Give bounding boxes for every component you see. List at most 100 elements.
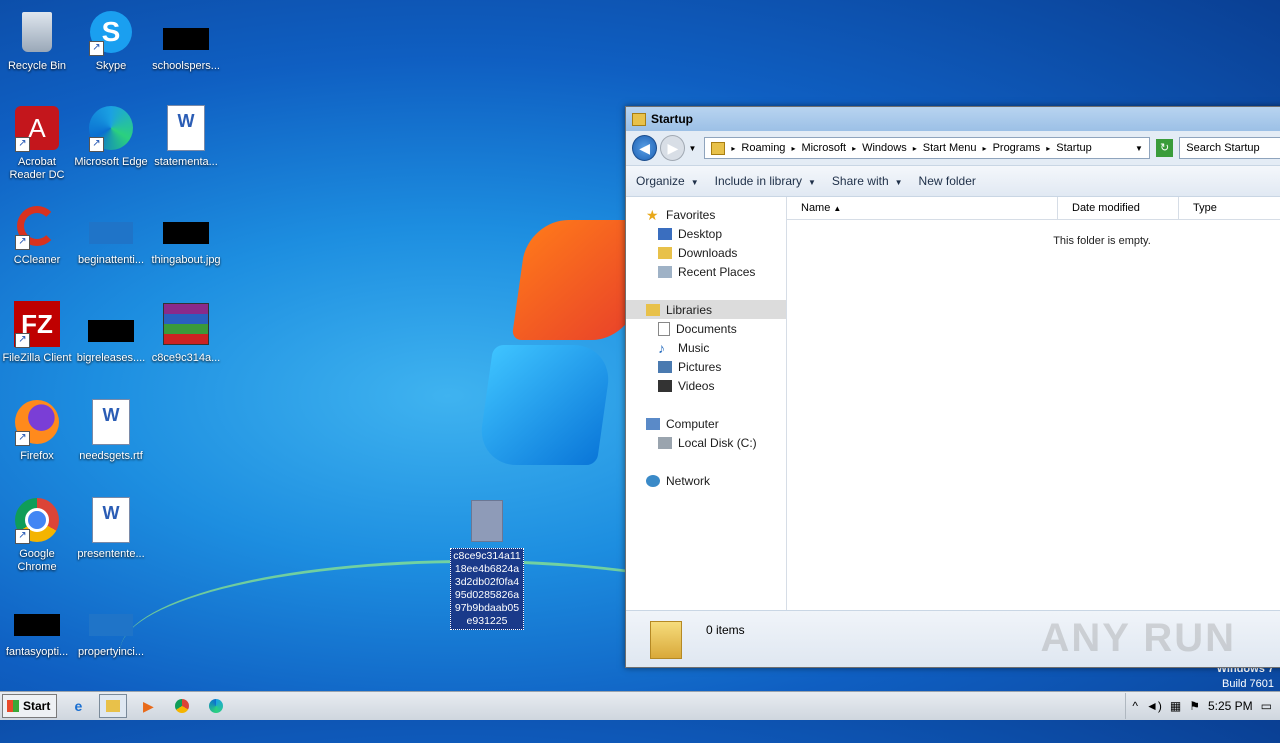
start-button[interactable]: Start	[2, 694, 58, 718]
nav-computer[interactable]: Computer	[626, 414, 786, 433]
pictures-icon	[658, 360, 672, 373]
back-button[interactable]: ◀	[632, 135, 658, 161]
desktop-icon-fantasyopti[interactable]: fantasyopti...	[0, 594, 74, 659]
videos-icon	[658, 379, 672, 392]
chevron-right-icon[interactable]: ▸	[1046, 144, 1050, 153]
include-in-library-button[interactable]: Include in library ▼	[715, 174, 816, 188]
nav-libraries[interactable]: Libraries	[626, 300, 786, 319]
chevron-right-icon[interactable]: ▸	[852, 144, 856, 153]
desktop-icon-firefox[interactable]: ↗ Firefox	[0, 398, 74, 463]
taskbar-internet-explorer[interactable]: e	[65, 695, 91, 717]
breadcrumb-start-menu[interactable]: Start Menu	[923, 142, 977, 154]
breadcrumb-startup[interactable]: Startup	[1056, 142, 1091, 154]
column-type[interactable]: Type	[1179, 197, 1280, 219]
desktop-icon-beginattenti[interactable]: beginattenti...	[74, 202, 148, 267]
nav-documents[interactable]: Documents	[626, 319, 786, 338]
nav-favorites[interactable]: ★ Favorites	[626, 205, 786, 224]
clock[interactable]: 5:25 PM	[1208, 699, 1253, 713]
breadcrumb-windows[interactable]: Windows	[862, 142, 907, 154]
desktop-icon-bigreleases[interactable]: bigreleases....	[74, 300, 148, 365]
desktop-icon-acrobat[interactable]: A ↗ Acrobat Reader DC	[0, 104, 74, 182]
desktop-icon-thingabout[interactable]: thingabout.jpg	[149, 202, 223, 267]
redacted-thumbnail	[162, 202, 210, 250]
address-dropdown-icon[interactable]: ▼	[1135, 144, 1143, 153]
libraries-icon	[646, 303, 660, 316]
redacted-thumbnail	[13, 594, 61, 642]
desktop-icon-recycle-bin[interactable]: Recycle Bin	[0, 8, 74, 73]
winrar-icon	[162, 300, 210, 348]
nav-local-disk[interactable]: Local Disk (C:)	[626, 433, 786, 452]
anyrun-watermark: ANY RUN	[1040, 616, 1236, 660]
organize-button[interactable]: Organize ▼	[636, 174, 699, 188]
desktop-icon-chrome[interactable]: ↗ Google Chrome	[0, 496, 74, 574]
breadcrumb-microsoft[interactable]: Microsoft	[801, 142, 846, 154]
nav-music[interactable]: ♪ Music	[626, 338, 786, 357]
word-doc-icon: W	[87, 496, 135, 544]
nav-pictures[interactable]: Pictures	[626, 357, 786, 376]
nav-network[interactable]: Network	[626, 471, 786, 490]
file-list[interactable]: Name ▲ Date modified Type This folder is…	[787, 197, 1280, 611]
taskbar-edge[interactable]	[203, 695, 229, 717]
redacted-thumbnail	[162, 8, 210, 56]
desktop-icon-c8ce9c314a[interactable]: c8ce9c314a...	[149, 300, 223, 365]
chevron-right-icon[interactable]: ▸	[731, 144, 735, 153]
dropdown-arrow-icon: ▼	[808, 178, 816, 187]
nav-local-disk-label: Local Disk (C:)	[678, 435, 757, 450]
nav-recent-places[interactable]: Recent Places	[626, 262, 786, 281]
desktop-icon-skype[interactable]: S ↗ Skype	[74, 8, 148, 73]
share-with-button[interactable]: Share with ▼	[832, 174, 903, 188]
nav-desktop[interactable]: Desktop	[626, 224, 786, 243]
recycle-bin-icon	[13, 8, 61, 56]
forward-button[interactable]: ▶	[660, 135, 686, 161]
chrome-icon: ↗	[13, 496, 61, 544]
recent-pages-chevron-icon[interactable]: ▼	[688, 144, 696, 153]
selected-file-label: c8ce9c314a1118ee4b6824a3d2db02f0fa495d02…	[450, 548, 524, 630]
desktop-icon-statementa[interactable]: W statementa...	[149, 104, 223, 169]
nav-videos[interactable]: Videos	[626, 376, 786, 395]
media-player-icon: ▶	[142, 697, 154, 714]
blue-file-icon	[87, 594, 135, 642]
window-title: Startup	[651, 112, 693, 126]
chevron-right-icon[interactable]: ▸	[913, 144, 917, 153]
desktop-icon-presentente[interactable]: W presentente...	[74, 496, 148, 561]
column-name[interactable]: Name ▲	[787, 197, 1058, 219]
desktop-icon-propertyinci[interactable]: propertyinci...	[74, 594, 148, 659]
show-hidden-icons-chevron-icon[interactable]: ^	[1132, 699, 1138, 713]
chevron-right-icon[interactable]: ▸	[983, 144, 987, 153]
new-folder-button[interactable]: New folder	[919, 174, 976, 188]
taskbar-explorer[interactable]	[99, 694, 128, 718]
desktop-icon-filezilla[interactable]: FZ ↗ FileZilla Client	[0, 300, 74, 365]
taskbar-media-player[interactable]: ▶	[135, 695, 161, 717]
address-bar[interactable]: ▸ Roaming ▸ Microsoft ▸ Windows ▸ Start Men…	[704, 137, 1150, 159]
details-pane: 0 items ANY RUN	[626, 610, 1280, 667]
window-titlebar[interactable]: Startup	[626, 107, 1280, 131]
desktop-selected-file[interactable]: c8ce9c314a1118ee4b6824a3d2db02f0fa495d02…	[450, 500, 524, 630]
network-status-icon[interactable]: ▦	[1170, 699, 1181, 713]
nav-favorites-label: Favorites	[666, 207, 716, 222]
breadcrumb-programs[interactable]: Programs	[993, 142, 1041, 154]
share-with-label: Share with	[831, 174, 889, 188]
folder-icon	[711, 141, 726, 155]
desktop-icon-needsgets[interactable]: W needsgets.rtf	[74, 398, 148, 463]
acrobat-icon: A ↗	[13, 104, 61, 152]
filezilla-icon: FZ ↗	[13, 300, 61, 348]
column-date-modified[interactable]: Date modified	[1058, 197, 1179, 219]
chevron-right-icon[interactable]: ▸	[791, 144, 795, 153]
taskbar-chrome[interactable]	[169, 695, 195, 717]
desktop-icon-ccleaner[interactable]: ↗ CCleaner	[0, 202, 74, 267]
nav-downloads[interactable]: Downloads	[626, 243, 786, 262]
desktop-icon-schoolspers[interactable]: schoolspers...	[149, 8, 223, 73]
explorer-window[interactable]: Startup ◀ ▶ ▼ ▸ Roaming ▸ Microsoft ▸ Wind…	[625, 106, 1280, 668]
action-center-flag-icon[interactable]: ⚑	[1189, 699, 1200, 713]
firefox-icon: ↗	[13, 398, 61, 446]
breadcrumb-roaming[interactable]: Roaming	[741, 142, 785, 154]
show-desktop-icon[interactable]: ▭	[1261, 699, 1272, 713]
column-name-label: Name	[801, 202, 831, 214]
volume-icon[interactable]: ◄)	[1146, 699, 1162, 713]
search-input[interactable]: Search Startup	[1179, 137, 1280, 159]
nav-videos-label: Videos	[678, 378, 715, 393]
refresh-button[interactable]: ↻	[1155, 139, 1174, 157]
folder-icon	[650, 621, 682, 659]
desktop-icon-edge[interactable]: ↗ Microsoft Edge	[74, 104, 148, 169]
word-doc-icon: W	[87, 398, 135, 446]
